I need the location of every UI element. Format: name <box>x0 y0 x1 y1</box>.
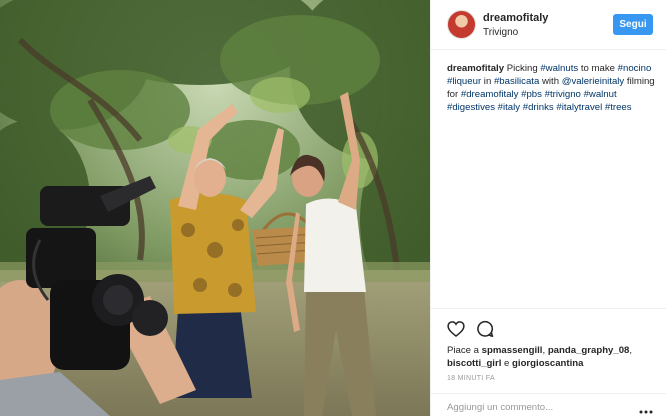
liker-link[interactable]: spmassengill <box>482 345 543 356</box>
post-header: dreamofitaly Trivigno Segui <box>431 0 666 50</box>
hashtag-link[interactable]: #drinks <box>523 102 554 113</box>
location-link[interactable]: Trivigno <box>483 27 518 38</box>
hashtag-link[interactable]: #italy <box>498 102 520 113</box>
hashtag-link[interactable]: #walnuts <box>540 63 578 74</box>
walnut-picking-photo <box>0 0 430 416</box>
heart-icon[interactable] <box>446 319 466 339</box>
likes-summary: Piace a spmassengill, panda_graphy_08, bi… <box>447 345 633 369</box>
hashtag-link[interactable]: #nocino <box>618 63 652 74</box>
post-sidebar: dreamofitaly Trivigno Segui dreamofitaly… <box>430 0 666 416</box>
follow-button[interactable]: Segui <box>613 14 653 35</box>
post-timestamp[interactable]: 18 MINUTI FA <box>447 375 495 382</box>
comment-input[interactable] <box>447 400 617 414</box>
hashtag-link[interactable]: #pbs <box>521 89 542 100</box>
liker-link[interactable]: biscotti_girl <box>447 358 501 369</box>
comment-bar <box>431 393 666 416</box>
hashtag-link[interactable]: #dreamofitaly <box>461 89 519 100</box>
hashtag-link[interactable]: #liqueur <box>447 76 481 87</box>
liker-link[interactable]: panda_graphy_08 <box>548 345 630 356</box>
username[interactable]: dreamofitaly <box>483 12 548 24</box>
hashtag-link[interactable]: #walnut <box>584 89 617 100</box>
hashtag-link[interactable]: #basilicata <box>494 76 539 87</box>
likes-conjunction: e <box>501 358 513 369</box>
comment-bubble-icon[interactable] <box>475 319 495 339</box>
caption-fragment: Picking <box>504 63 541 74</box>
likes-prefix: Piace a <box>447 345 482 356</box>
avatar[interactable] <box>447 10 476 39</box>
caption-author[interactable]: dreamofitaly <box>447 63 504 74</box>
ellipsis-icon[interactable] <box>639 402 653 414</box>
hashtag-link[interactable]: #italytravel <box>556 102 602 113</box>
caption-fragment: to make <box>578 63 618 74</box>
hashtag-link[interactable]: #trees <box>605 102 632 113</box>
hashtag-link[interactable]: #trivigno <box>545 89 581 100</box>
hashtag-link[interactable]: #digestives <box>447 102 495 113</box>
caption-fragment: in <box>481 76 494 87</box>
liker-link[interactable]: giorgioscantina <box>512 358 583 369</box>
caption-fragment: with <box>539 76 562 87</box>
post-photo[interactable] <box>0 0 430 416</box>
mention-link[interactable]: @valerieinitaly <box>562 76 625 87</box>
post-actions: Piace a spmassengill, panda_graphy_08, bi… <box>431 308 666 416</box>
post-caption: dreamofitaly Picking #walnuts to make #n… <box>447 62 655 114</box>
